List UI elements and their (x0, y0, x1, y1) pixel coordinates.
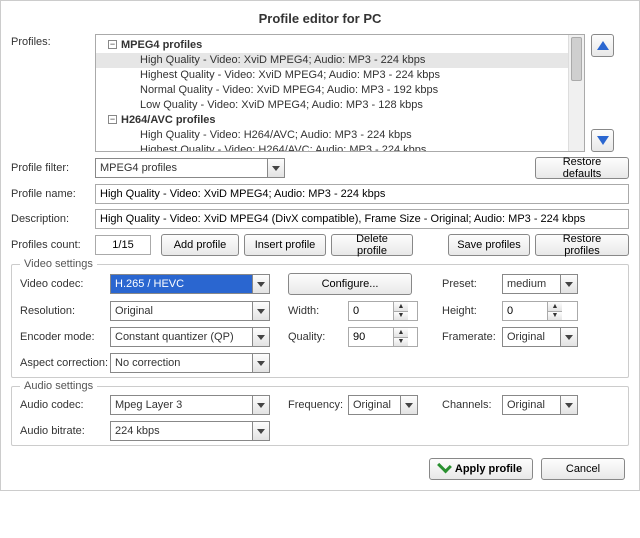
video-settings-group: Video settings Video codec: H.265 / HEVC… (11, 264, 629, 378)
encoder-mode-label: Encoder mode: (20, 331, 110, 343)
profile-filter-label: Profile filter: (11, 162, 95, 174)
dropdown-button[interactable] (252, 354, 269, 372)
tree-item[interactable]: High Quality - Video: XviD MPEG4; Audio:… (96, 53, 584, 68)
frequency-combo[interactable]: Original (348, 395, 418, 415)
spin-up[interactable]: ▲ (394, 302, 408, 312)
audio-codec-combo[interactable]: Mpeg Layer 3 (110, 395, 270, 415)
dropdown-button[interactable] (560, 275, 577, 293)
cancel-button[interactable]: Cancel (541, 458, 625, 480)
spin-up[interactable]: ▲ (394, 328, 408, 338)
framerate-label: Framerate: (442, 331, 502, 343)
description-input[interactable] (95, 209, 629, 229)
spin-down[interactable]: ▼ (394, 312, 408, 321)
check-icon (437, 459, 452, 474)
dropdown-button[interactable] (252, 396, 269, 414)
collapse-icon[interactable]: − (108, 40, 117, 49)
channels-label: Channels: (442, 399, 502, 411)
chevron-down-icon (565, 335, 573, 340)
dropdown-button[interactable] (267, 159, 284, 177)
audio-codec-label: Audio codec: (20, 399, 110, 411)
aspect-correction-label: Aspect correction: (20, 357, 110, 369)
quality-input[interactable] (349, 328, 393, 346)
video-codec-combo[interactable]: H.265 / HEVC (110, 274, 270, 294)
chevron-down-icon (565, 282, 573, 287)
aspect-correction-combo[interactable]: No correction (110, 353, 270, 373)
dropdown-button[interactable] (252, 422, 269, 440)
frequency-label: Frequency: (288, 399, 348, 411)
chevron-down-icon (272, 166, 280, 171)
audio-bitrate-combo[interactable]: 224 kbps (110, 421, 270, 441)
resolution-label: Resolution: (20, 305, 110, 317)
save-profiles-button[interactable]: Save profiles (448, 234, 530, 256)
quality-label: Quality: (288, 331, 348, 343)
audio-settings-group: Audio settings Audio codec: Mpeg Layer 3… (11, 386, 629, 446)
chevron-down-icon (257, 429, 265, 434)
height-spinner[interactable]: ▲▼ (502, 301, 578, 321)
move-down-button[interactable] (591, 129, 614, 152)
profiles-label: Profiles: (11, 34, 95, 48)
tree-item[interactable]: Highest Quality - Video: H264/AVC; Audio… (96, 143, 584, 152)
tree-item[interactable]: Normal Quality - Video: XviD MPEG4; Audi… (96, 83, 584, 98)
spin-down[interactable]: ▼ (394, 338, 408, 347)
profiles-count-field (95, 235, 151, 255)
audio-settings-legend: Audio settings (20, 380, 97, 392)
chevron-down-icon (257, 403, 265, 408)
collapse-icon[interactable]: − (108, 115, 117, 124)
restore-defaults-button[interactable]: Restore defaults (535, 157, 629, 179)
profiles-tree[interactable]: −MPEG4 profiles High Quality - Video: Xv… (95, 34, 585, 152)
width-spinner[interactable]: ▲▼ (348, 301, 418, 321)
apply-profile-button[interactable]: Apply profile (429, 458, 533, 480)
move-up-button[interactable] (591, 34, 614, 57)
dropdown-button[interactable] (400, 396, 417, 414)
window-title: Profile editor for PC (11, 7, 629, 34)
arrow-up-icon (597, 41, 609, 50)
chevron-down-icon (257, 335, 265, 340)
dropdown-button[interactable] (252, 328, 269, 346)
profiles-count-label: Profiles count: (11, 239, 95, 251)
spin-up[interactable]: ▲ (548, 302, 562, 312)
delete-profile-button[interactable]: Delete profile (331, 234, 413, 256)
tree-item[interactable]: Low Quality - Video: XviD MPEG4; Audio: … (96, 98, 584, 113)
dropdown-button[interactable] (560, 396, 577, 414)
add-profile-button[interactable]: Add profile (161, 234, 239, 256)
configure-button[interactable]: Configure... (288, 273, 412, 295)
profile-name-input[interactable] (95, 184, 629, 204)
description-label: Description: (11, 213, 95, 225)
chevron-down-icon (257, 361, 265, 366)
tree-group-mpeg4[interactable]: −MPEG4 profiles (96, 38, 584, 53)
preset-combo[interactable]: medium (502, 274, 578, 294)
resolution-combo[interactable]: Original (110, 301, 270, 321)
chevron-down-icon (257, 309, 265, 314)
width-label: Width: (288, 305, 348, 317)
height-label: Height: (442, 305, 502, 317)
channels-combo[interactable]: Original (502, 395, 578, 415)
tree-group-h264[interactable]: −H264/AVC profiles (96, 113, 584, 128)
quality-spinner[interactable]: ▲▼ (348, 327, 418, 347)
video-codec-label: Video codec: (20, 278, 110, 290)
preset-label: Preset: (442, 278, 502, 290)
audio-bitrate-label: Audio bitrate: (20, 425, 110, 437)
dropdown-button[interactable] (560, 328, 577, 346)
height-input[interactable] (503, 302, 547, 320)
tree-item[interactable]: Highest Quality - Video: XviD MPEG4; Aud… (96, 68, 584, 83)
tree-item[interactable]: High Quality - Video: H264/AVC; Audio: M… (96, 128, 584, 143)
restore-profiles-button[interactable]: Restore profiles (535, 234, 629, 256)
encoder-mode-combo[interactable]: Constant quantizer (QP) (110, 327, 270, 347)
tree-scrollbar[interactable] (568, 35, 584, 151)
chevron-down-icon (565, 403, 573, 408)
dropdown-button[interactable] (252, 275, 269, 293)
profile-editor-window: Profile editor for PC Profiles: −MPEG4 p… (0, 0, 640, 491)
spin-down[interactable]: ▼ (548, 312, 562, 321)
framerate-combo[interactable]: Original (502, 327, 578, 347)
profile-filter-combo[interactable]: MPEG4 profiles (95, 158, 285, 178)
video-settings-legend: Video settings (20, 258, 97, 270)
chevron-down-icon (257, 282, 265, 287)
arrow-down-icon (597, 136, 609, 145)
chevron-down-icon (405, 403, 413, 408)
profile-name-label: Profile name: (11, 188, 95, 200)
insert-profile-button[interactable]: Insert profile (244, 234, 326, 256)
width-input[interactable] (349, 302, 393, 320)
dropdown-button[interactable] (252, 302, 269, 320)
